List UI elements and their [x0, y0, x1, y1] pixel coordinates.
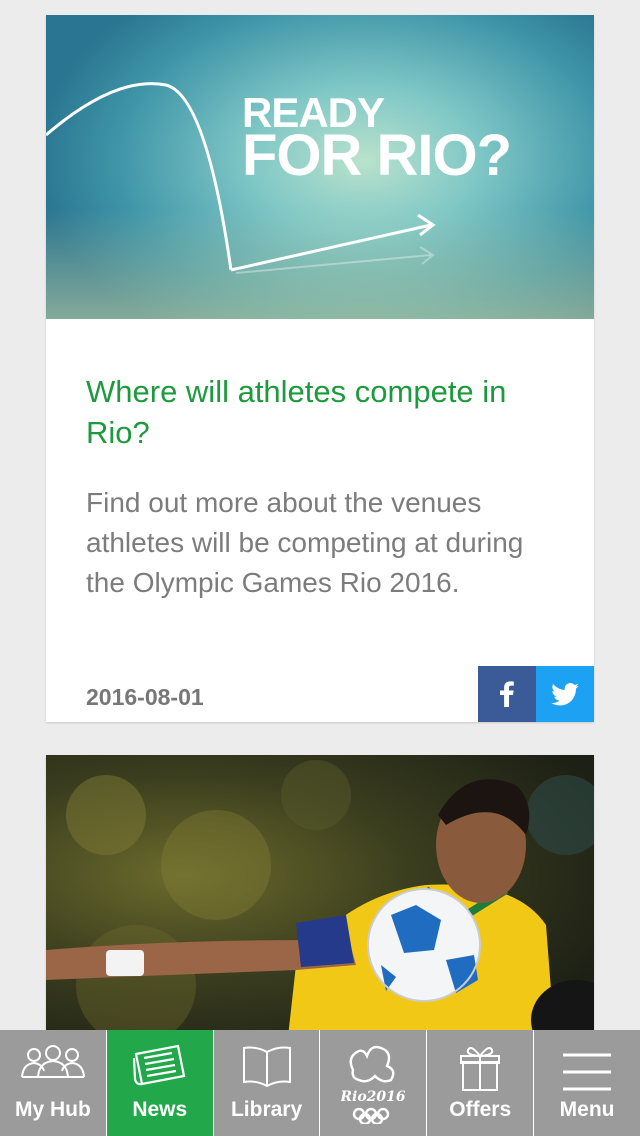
article-date: 2016-08-01 — [86, 684, 204, 710]
article-summary: Find out more about the venues athletes … — [86, 487, 524, 598]
tab-library[interactable]: Library — [212, 1030, 320, 1136]
tab-label: Menu — [559, 1098, 615, 1121]
facebook-icon — [500, 681, 514, 707]
twitter-icon — [551, 682, 579, 705]
hero-headline: READY FOR RIO? — [242, 91, 512, 189]
people-icon — [20, 1045, 85, 1078]
rio2016-logo-text: Rio2016 — [341, 1089, 405, 1105]
facebook-share-button[interactable] — [478, 666, 536, 722]
article-hero-image[interactable] — [46, 755, 594, 1030]
rio2016-logo-icon: Rio2016 — [341, 1045, 405, 1124]
gift-icon — [460, 1047, 501, 1091]
tab-my-hub[interactable]: My Hub — [0, 1030, 106, 1136]
tab-label: Offers — [449, 1098, 512, 1121]
tab-rio2016[interactable]: Rio2016 — [319, 1030, 426, 1136]
tab-menu[interactable]: Menu — [533, 1030, 640, 1136]
tab-label: My Hub — [15, 1098, 91, 1121]
article-title[interactable]: Where will athletes compete in Rio? — [86, 371, 554, 453]
book-icon — [242, 1046, 291, 1088]
twitter-share-button[interactable] — [536, 666, 594, 722]
article-card[interactable] — [46, 755, 594, 1030]
article-footer: 2016-08-01 — [46, 666, 594, 722]
football-player-photo — [46, 760, 594, 1030]
article-card[interactable]: READY FOR RIO? Where will athletes compe… — [46, 15, 594, 722]
tab-label: Library — [230, 1098, 303, 1121]
newspaper-icon — [132, 1044, 186, 1086]
bottom-tab-bar: My Hub News Library Rio2016 Offers Menu — [0, 1030, 640, 1136]
article-hero-image[interactable]: READY FOR RIO? — [46, 15, 594, 319]
hamburger-menu-icon — [563, 1053, 612, 1091]
news-feed[interactable]: READY FOR RIO? Where will athletes compe… — [0, 0, 640, 1030]
tab-news[interactable]: News — [105, 1030, 213, 1136]
tab-offers[interactable]: Offers — [426, 1030, 533, 1136]
hero-text-line2: FOR RIO? — [242, 123, 512, 189]
tab-label: News — [132, 1098, 188, 1121]
